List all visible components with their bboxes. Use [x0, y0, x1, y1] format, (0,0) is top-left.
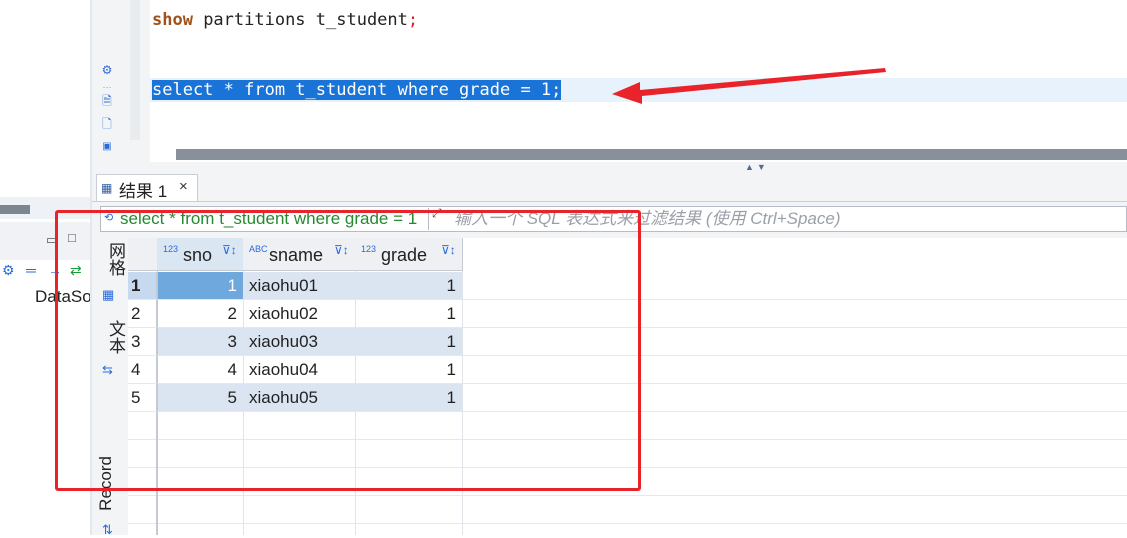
annotation-highlight-box [55, 210, 641, 491]
close-tab-icon[interactable]: × [179, 178, 188, 195]
code-line[interactable]: show partitions t_student; [152, 8, 418, 32]
more-icon: ⋯ [102, 82, 112, 92]
collapse-panel-icon[interactable]: ▲▼ [745, 162, 769, 172]
sql-text: partitions t_student [192, 10, 408, 30]
settings-icon[interactable]: ⚙ [2, 262, 15, 279]
editor-horizontal-scrollbar[interactable] [176, 149, 1127, 160]
annotation-arrow [612, 68, 886, 104]
tab-divider [92, 201, 1127, 202]
editor-ruler [130, 0, 140, 140]
collapse-all-icon[interactable]: ═ [26, 262, 36, 278]
settings-icon[interactable]: ⚙ [100, 63, 114, 77]
variables-icon[interactable]: ▣ [100, 140, 114, 154]
grid-line [128, 495, 1127, 496]
code-line-selected[interactable]: select * from t_student where grade = 1; [152, 78, 562, 102]
record-icon[interactable]: ⇅ [102, 522, 113, 538]
grid-table-icon: ▦ [101, 181, 113, 195]
selected-sql: select * from t_student where grade = 1; [152, 80, 562, 100]
export-icon[interactable]: 🗎 [100, 94, 114, 108]
results-tab-label: 结果 1 [119, 182, 168, 201]
script-icon[interactable]: 🗋 [100, 117, 114, 131]
sql-terminator: ; [407, 10, 419, 30]
sql-keyword: show [152, 10, 193, 30]
navigator-scrollbar-thumb[interactable] [0, 205, 30, 214]
grid-line [128, 523, 1127, 524]
